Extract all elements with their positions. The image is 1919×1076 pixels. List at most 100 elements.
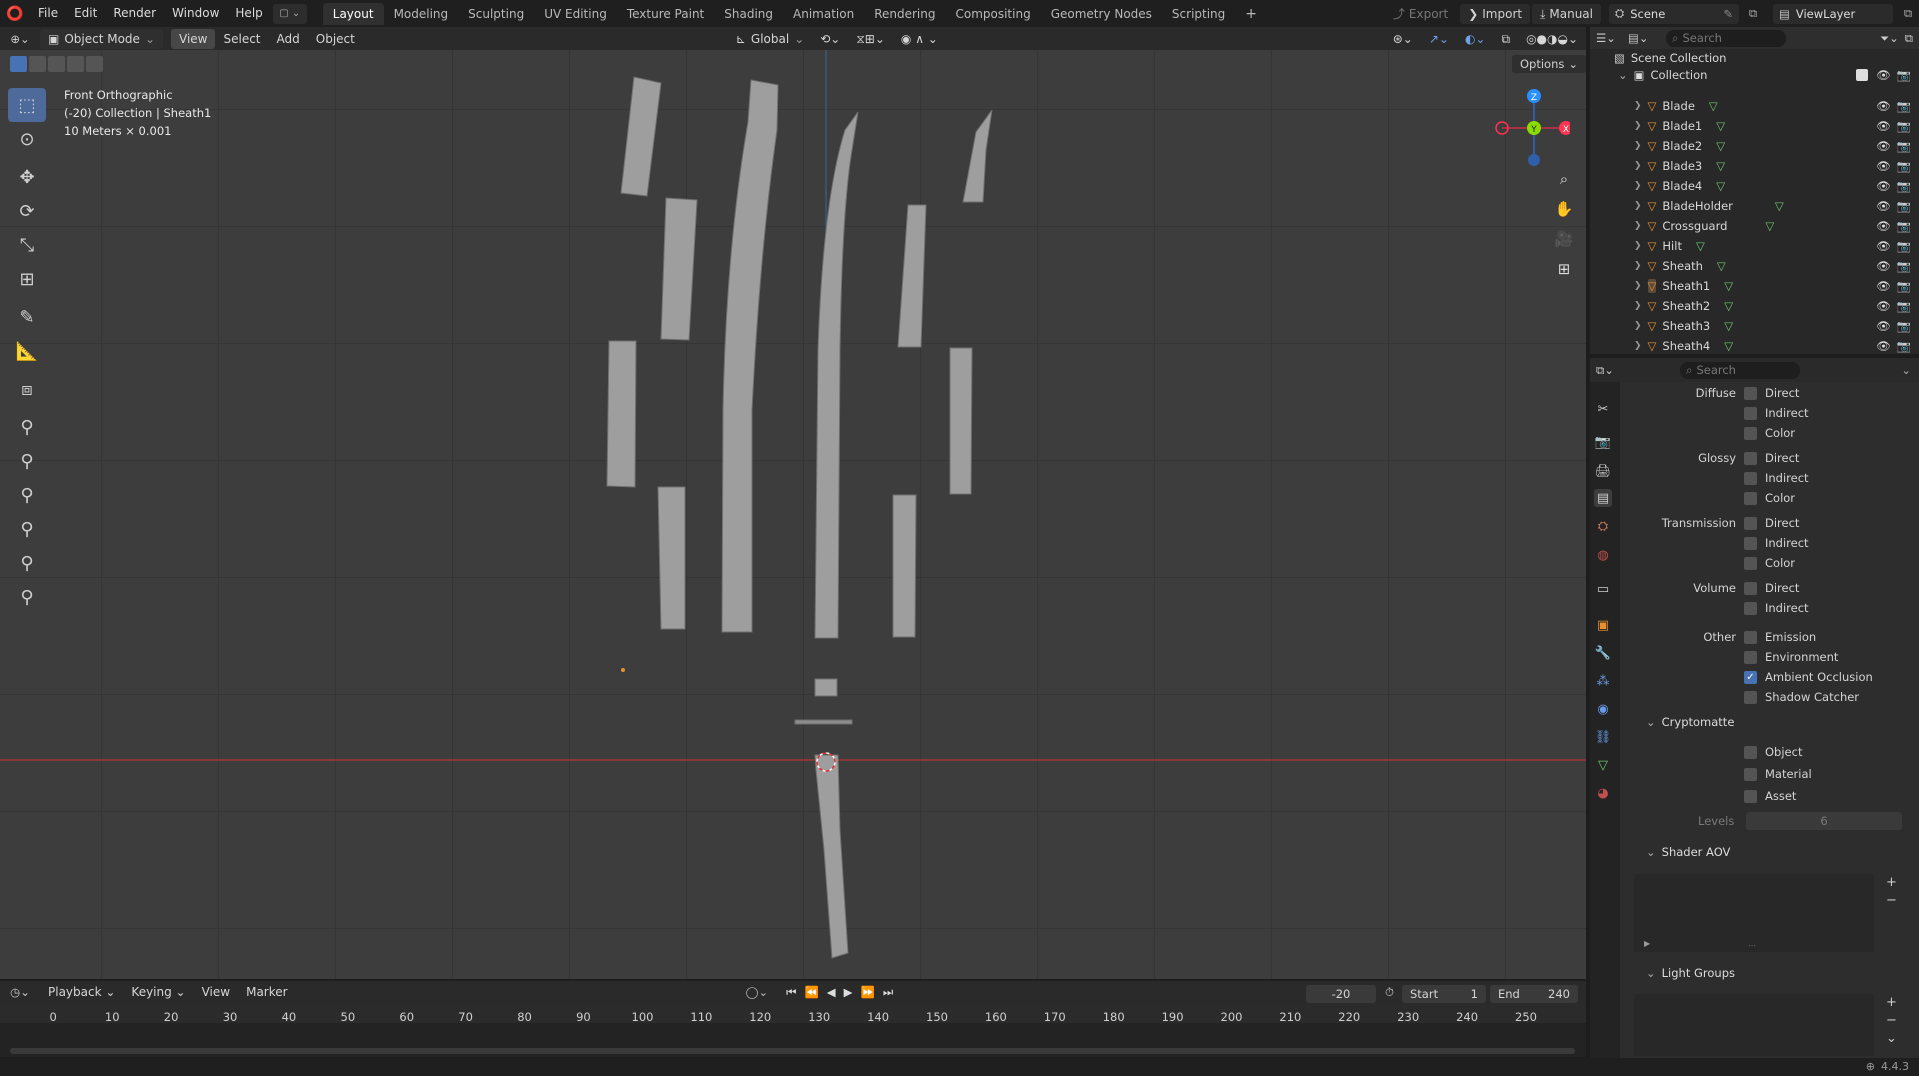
jump-end-icon[interactable]: ⏭ (883, 985, 893, 1000)
blade-long[interactable] (814, 111, 859, 639)
menu-file[interactable]: File (30, 0, 66, 27)
blade-piece-4[interactable] (892, 494, 917, 638)
pass-checkbox[interactable]: Indirect (1744, 598, 1809, 618)
expand-arrow-icon[interactable]: ❯ (1634, 221, 1642, 231)
crypto-material-checkbox[interactable]: Material (1744, 764, 1812, 784)
camera-icon[interactable]: 📷 (1897, 179, 1911, 193)
sheath-piece-1[interactable] (620, 76, 662, 197)
checkbox-icon[interactable] (1744, 536, 1757, 550)
outliner-item[interactable]: ❯ ▽ Blade3 ▽ 👁 📷 (1590, 156, 1919, 176)
menu-playback[interactable]: Playback ⌄ (40, 982, 123, 1002)
eye-icon[interactable]: 👁 (1876, 139, 1891, 153)
stopwatch-icon[interactable]: ⏱ (1385, 985, 1394, 1000)
camera-icon[interactable]: 📷 (1897, 199, 1911, 213)
checkbox-icon[interactable] (1744, 386, 1757, 400)
gizmo-icon[interactable]: ↗⌄ (1421, 29, 1457, 49)
eye-icon[interactable]: 👁 (1876, 199, 1891, 213)
outliner-item[interactable]: ❯ ▽ Blade4 ▽ 👁 📷 (1590, 176, 1919, 196)
eye-icon[interactable]: 👁 (1876, 159, 1891, 173)
expand-arrow-icon[interactable]: ⌄ (1618, 68, 1628, 82)
constraints-tab-icon[interactable]: ⛓ (1594, 728, 1612, 746)
tab-shading[interactable]: Shading (714, 3, 783, 25)
outliner-search[interactable]: ⌕ Search (1666, 29, 1786, 47)
sheath-piece-2[interactable] (660, 197, 698, 341)
camera-icon[interactable]: 📷 (1897, 159, 1911, 173)
eye-icon[interactable]: 👁 (1876, 219, 1891, 233)
sheath-long[interactable] (721, 79, 779, 633)
crypto-object-checkbox[interactable]: Object (1744, 742, 1802, 762)
new-scene-icon[interactable]: ⧉ (1743, 6, 1763, 21)
collection-tab-icon[interactable]: ▭ (1594, 580, 1612, 598)
checkbox-icon[interactable] (1744, 451, 1757, 465)
eye-icon[interactable]: 👁 (1876, 259, 1891, 273)
expand-arrow-icon[interactable]: ❯ (1634, 261, 1642, 271)
world-tab-icon[interactable]: ◍ (1594, 546, 1612, 564)
tool-tab-icon[interactable]: ✂ (1594, 400, 1612, 418)
record-icon[interactable]: ◯⌄ (746, 985, 769, 999)
outliner-item[interactable]: ❯ ▽ Blade1 ▽ 👁 📷 (1590, 116, 1919, 136)
chevron-down-icon[interactable]: ⌄ (1901, 363, 1919, 377)
visibility-icon[interactable]: ⊛⌄ (1385, 29, 1421, 49)
outliner-item[interactable]: ❯ ▽ Sheath ▽ 👁 📷 (1590, 256, 1919, 276)
physics-tab-icon[interactable]: ◉ (1594, 700, 1612, 718)
collection-row[interactable]: ⌄ ▣ Collection 👁 📷 (1590, 65, 1919, 85)
new-viewlayer-icon[interactable]: ⧉ (1897, 6, 1919, 21)
proportional-edit-icon[interactable]: ◉ ∧ ⌄ (893, 29, 946, 49)
camera-icon[interactable]: 📷 (1897, 279, 1911, 293)
manual-button[interactable]: ⤓ Manual (1532, 3, 1601, 24)
menu-keying[interactable]: Keying ⌄ (123, 982, 193, 1002)
tab-layout[interactable]: Layout (322, 2, 384, 25)
checkbox-icon[interactable] (1744, 581, 1757, 595)
menu-edit[interactable]: Edit (66, 0, 105, 27)
add-icon[interactable]: + (1886, 874, 1897, 892)
mode-selector[interactable]: ▣ Object Mode ⌄ (40, 28, 163, 49)
tab-modeling[interactable]: Modeling (384, 3, 459, 25)
camera-icon[interactable]: 📷 (1897, 119, 1911, 133)
checkbox-icon[interactable] (1744, 630, 1757, 644)
eye-icon[interactable]: 👁 (1876, 179, 1891, 193)
pass-checkbox[interactable]: Color (1744, 553, 1795, 573)
tab-animation[interactable]: Animation (783, 3, 864, 25)
navigation-gizmo[interactable]: Z X Y (1490, 84, 1570, 174)
camera-icon[interactable]: 📷 (1897, 68, 1911, 82)
shading-modes-icon[interactable]: ◎●◑◒⌄ (1518, 29, 1586, 49)
shader-aov-header[interactable]: ⌄ Shader AOV (1636, 841, 1906, 863)
remove-icon[interactable]: − (1886, 1012, 1897, 1030)
expand-arrow-icon[interactable]: ❯ (1634, 321, 1642, 331)
import-button[interactable]: ❯ Import (1460, 3, 1531, 24)
checkbox-icon[interactable] (1744, 471, 1757, 485)
add-workspace-button[interactable]: + (1235, 3, 1267, 25)
sheath-piece-4[interactable] (657, 486, 686, 630)
neg-z-axis-icon[interactable] (1528, 154, 1540, 166)
pass-checkbox[interactable]: Indirect (1744, 403, 1809, 423)
menu-select[interactable]: Select (215, 29, 268, 49)
xray-icon[interactable]: ⧉ (1493, 29, 1518, 49)
data-tab-icon[interactable]: ▽ (1594, 756, 1612, 774)
expand-arrow-icon[interactable]: ❯ (1634, 141, 1642, 151)
eye-icon[interactable]: 👁 (1876, 119, 1891, 133)
camera-icon[interactable]: 📷 (1897, 299, 1911, 313)
pin-icon[interactable]: ✎ (1723, 7, 1733, 21)
play-reverse-icon[interactable]: ◀ (827, 985, 836, 999)
snap-icon[interactable]: ⧖⊞⌄ (848, 29, 893, 49)
remove-icon[interactable]: − (1886, 892, 1897, 910)
pass-checkbox[interactable]: Direct (1744, 448, 1799, 468)
checkbox-icon[interactable] (1744, 690, 1757, 704)
outliner-item[interactable]: ❯ ▽ Sheath4 ▽ 👁 📷 (1590, 336, 1919, 356)
properties-search[interactable]: ⌕ Search (1680, 361, 1800, 379)
timeline-editor-icon[interactable]: ◷⌄ (0, 985, 40, 999)
menu-view[interactable]: View (171, 28, 216, 49)
tab-compositing[interactable]: Compositing (945, 3, 1040, 25)
outliner-item[interactable]: ❯ ▽ Sheath3 ▽ 👁 📷 (1590, 316, 1919, 336)
outliner-item[interactable]: ❯ ▽ Hilt ▽ 👁 📷 (1590, 236, 1919, 256)
camera-view-icon[interactable]: 🎥 (1550, 230, 1578, 260)
tab-rendering[interactable]: Rendering (864, 3, 945, 25)
current-frame-field[interactable]: -20 (1306, 985, 1376, 1003)
overlay-icon[interactable]: ◐⌄ (1457, 29, 1494, 49)
particles-tab-icon[interactable]: ⁂ (1594, 672, 1612, 690)
expand-arrow-icon[interactable]: ❯ (1634, 101, 1642, 111)
menu-add[interactable]: Add (269, 29, 308, 49)
eye-icon[interactable]: 👁 (1876, 68, 1891, 82)
next-keyframe-icon[interactable]: ⏩ (861, 985, 875, 999)
camera-icon[interactable]: 📷 (1897, 259, 1911, 273)
